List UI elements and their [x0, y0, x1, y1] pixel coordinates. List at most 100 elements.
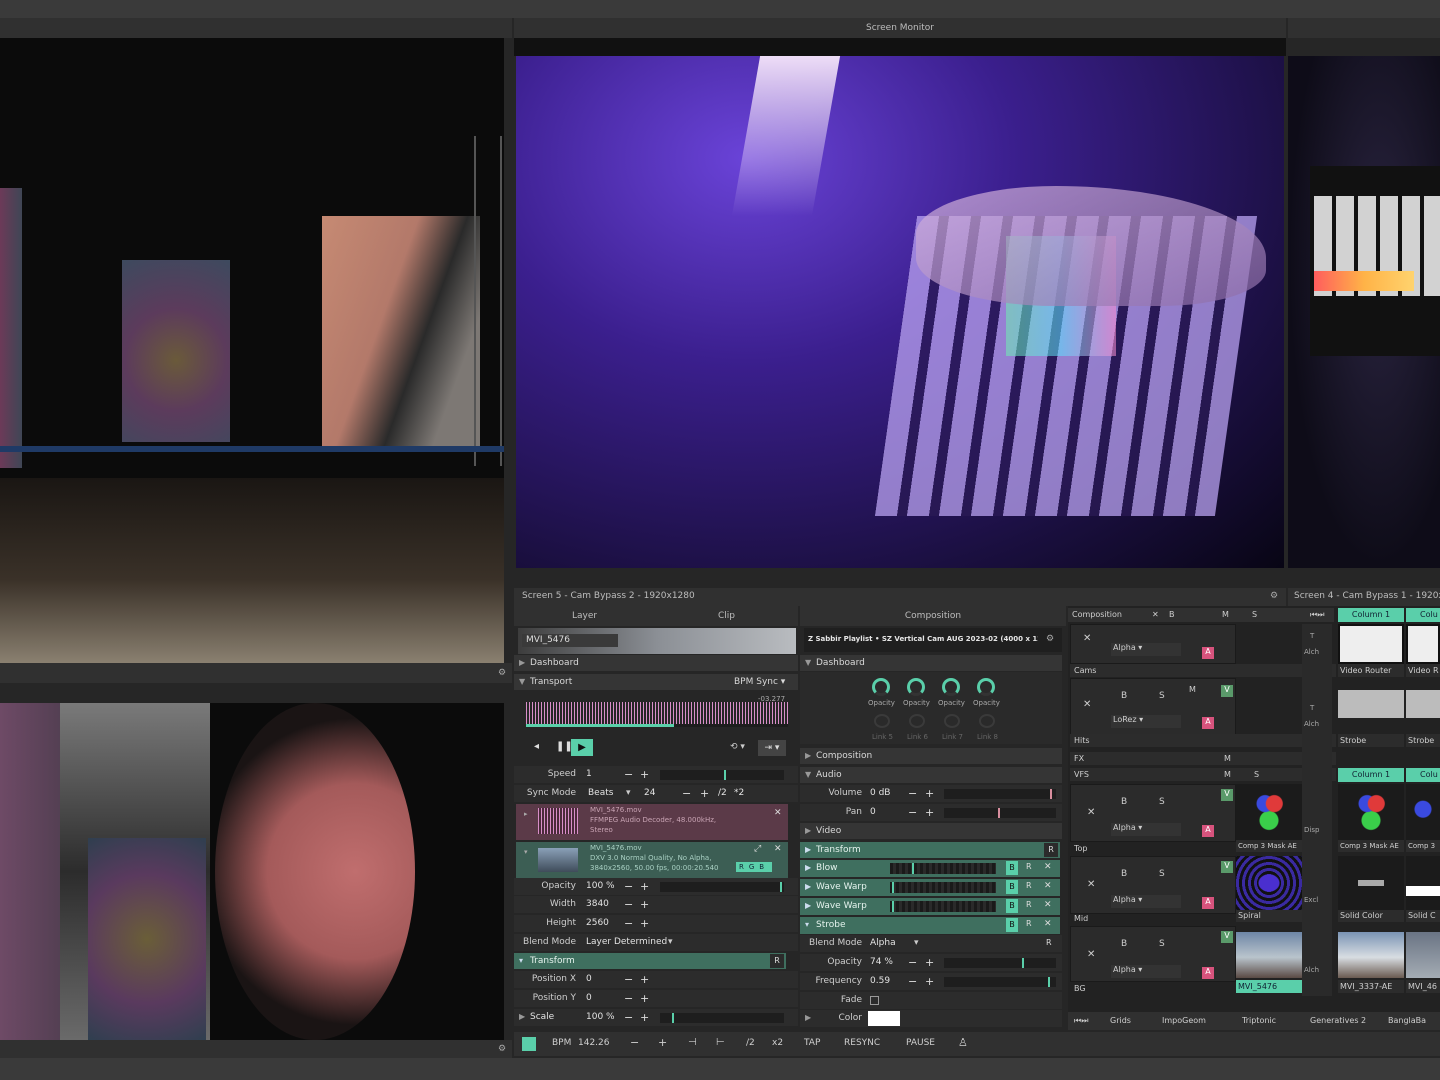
fx-m-button[interactable]: M [1224, 754, 1231, 763]
rgb-toggles[interactable]: RGB [736, 862, 772, 872]
frequency-minus[interactable]: − [908, 975, 917, 988]
a-button[interactable]: A [1202, 897, 1214, 909]
clip-video-router-1[interactable] [1338, 624, 1404, 664]
bpm-sync-dropdown[interactable]: BPM Sync ▾ [734, 677, 785, 687]
fx-transform[interactable]: ▶ Transform R [800, 842, 1060, 858]
hits-s-button[interactable]: S [1159, 691, 1165, 701]
posy-plus[interactable]: + [640, 992, 649, 1005]
section-comp-video[interactable]: ▶ Video [800, 823, 1062, 839]
frequency-slider[interactable] [944, 977, 1056, 987]
bg-s-button[interactable]: S [1159, 939, 1165, 949]
bypass-button[interactable]: B [1006, 861, 1018, 875]
link-knob-8[interactable] [979, 714, 995, 728]
playmode-dropdown[interactable]: ⇥ ▾ [758, 740, 786, 756]
reset-button[interactable]: R [1044, 843, 1058, 857]
v-button[interactable]: V [1221, 685, 1233, 697]
width-minus[interactable]: − [624, 898, 633, 911]
beats-plus[interactable]: + [700, 787, 709, 800]
close-icon[interactable]: ✕ [774, 844, 782, 854]
speed-slider[interactable] [660, 770, 784, 780]
clip-video-router-2[interactable] [1406, 624, 1440, 664]
deck-tab-impogeom[interactable]: ImpoGeom [1162, 1016, 1206, 1025]
beats-mul2[interactable]: *2 [734, 788, 744, 798]
reset-button[interactable]: R [1026, 919, 1032, 928]
stage-preview-bottom[interactable] [0, 703, 504, 1040]
height-value[interactable]: 2560 [586, 918, 609, 928]
side-t-1[interactable]: T [1310, 632, 1314, 640]
side-t-2[interactable]: T [1310, 704, 1314, 712]
link-knob-7[interactable] [944, 714, 960, 728]
expand-icon[interactable]: ▸ [524, 810, 528, 818]
vfs-s-button[interactable]: S [1254, 770, 1259, 779]
reset-button[interactable]: R [1026, 900, 1032, 909]
close-icon[interactable]: ✕ [774, 808, 782, 818]
frequency-value[interactable]: 0.59 [870, 976, 890, 986]
gear-icon[interactable]: ⚙ [1046, 634, 1054, 644]
gear-icon[interactable]: ⚙ [1270, 591, 1278, 601]
loop-mode-icon[interactable]: ⟲ ▾ [730, 742, 745, 752]
cams-blend-dropdown[interactable]: Alpha ▾ [1111, 643, 1181, 656]
close-icon[interactable]: ✕ [1044, 881, 1052, 891]
opacity-knob-1[interactable] [872, 678, 890, 696]
speed-plus[interactable]: + [640, 768, 649, 781]
pan-plus[interactable]: + [925, 806, 934, 819]
video-clip-row[interactable]: ▾ MVI_5476.mov DXV 3.0 Normal Quality, N… [516, 842, 788, 878]
width-plus[interactable]: + [640, 898, 649, 911]
bypass-button[interactable]: B [1006, 899, 1018, 913]
pan-minus[interactable]: − [908, 806, 917, 819]
blend-dropdown-icon[interactable]: ▾ [668, 937, 673, 947]
hits-b-button[interactable]: B [1121, 691, 1127, 701]
clip-mvi-5476[interactable] [1236, 932, 1302, 978]
sync-mode-dropdown-icon[interactable]: ▾ [626, 788, 631, 798]
deck-m-button[interactable]: M [1222, 610, 1229, 619]
bg-blend-dropdown[interactable]: Alpha ▾ [1111, 965, 1181, 978]
strobe-opacity-slider[interactable] [944, 958, 1056, 968]
speed-value[interactable]: 1 [586, 769, 592, 779]
close-icon[interactable]: ✕ [1083, 699, 1091, 710]
bpm-mul2-button[interactable]: x2 [772, 1038, 783, 1048]
close-icon[interactable]: ✕ [1083, 633, 1091, 644]
pan-value[interactable]: 0 [870, 807, 876, 817]
close-icon[interactable]: ✕ [1087, 879, 1095, 890]
pan-slider[interactable] [944, 808, 1056, 818]
link-knob-5[interactable] [874, 714, 890, 728]
reset-button[interactable]: R [1046, 938, 1052, 947]
a-button[interactable]: A [1202, 717, 1214, 729]
beats-div2[interactable]: /2 [718, 788, 727, 798]
speed-minus[interactable]: − [624, 768, 633, 781]
side-disp[interactable]: Disp [1304, 826, 1319, 834]
deck-s-button[interactable]: S [1252, 610, 1257, 619]
section-transport[interactable]: ▼ Transport BPM Sync ▾ [514, 674, 798, 690]
collapse-icon[interactable]: ▾ [524, 848, 528, 856]
clip-spiral[interactable] [1236, 856, 1302, 910]
opacity-minus[interactable]: − [624, 880, 633, 893]
resync-button[interactable]: RESYNC [844, 1038, 880, 1048]
scrub-bar[interactable] [526, 724, 788, 727]
cam-bypass-2-view[interactable] [516, 56, 1284, 568]
top-s-button[interactable]: S [1159, 797, 1165, 807]
beats-minus[interactable]: − [682, 787, 691, 800]
r-toggle[interactable]: R [739, 863, 749, 871]
side-alch-1[interactable]: Alch [1304, 648, 1319, 656]
strobe-opacity-value[interactable]: 74 % [870, 957, 893, 967]
play-button[interactable]: ▶ [571, 739, 593, 756]
deck-b-button[interactable]: B [1169, 610, 1175, 619]
vfs-m-button[interactable]: M [1224, 770, 1231, 779]
clip-comp-3-mask-ae-1[interactable] [1236, 784, 1302, 840]
opacity-value[interactable]: 100 % [586, 881, 615, 891]
clip-comp-3-3[interactable] [1406, 784, 1440, 840]
deck-nav-icon[interactable]: ⏮⏭ [1074, 1016, 1088, 1026]
top-blend-dropdown[interactable]: Alpha ▾ [1111, 823, 1181, 836]
opacity-slider[interactable] [660, 882, 784, 892]
strobe-blend-dropdown-icon[interactable]: ▾ [914, 938, 919, 948]
close-icon[interactable]: ✕ [1087, 949, 1095, 960]
clip-name-field[interactable]: MVI_5476 [522, 634, 618, 647]
audio-waveform[interactable] [526, 702, 788, 724]
volume-slider[interactable] [944, 789, 1056, 799]
deck-tab-grids[interactable]: Grids [1110, 1016, 1131, 1025]
clip-comp-3-mask-ae-2[interactable] [1338, 784, 1404, 840]
blend-mode-value[interactable]: Layer Determined [586, 937, 667, 947]
scale-value[interactable]: 100 % [586, 1012, 615, 1022]
column-2-header-vfs[interactable]: Colu [1406, 768, 1440, 782]
mid-b-button[interactable]: B [1121, 869, 1127, 879]
